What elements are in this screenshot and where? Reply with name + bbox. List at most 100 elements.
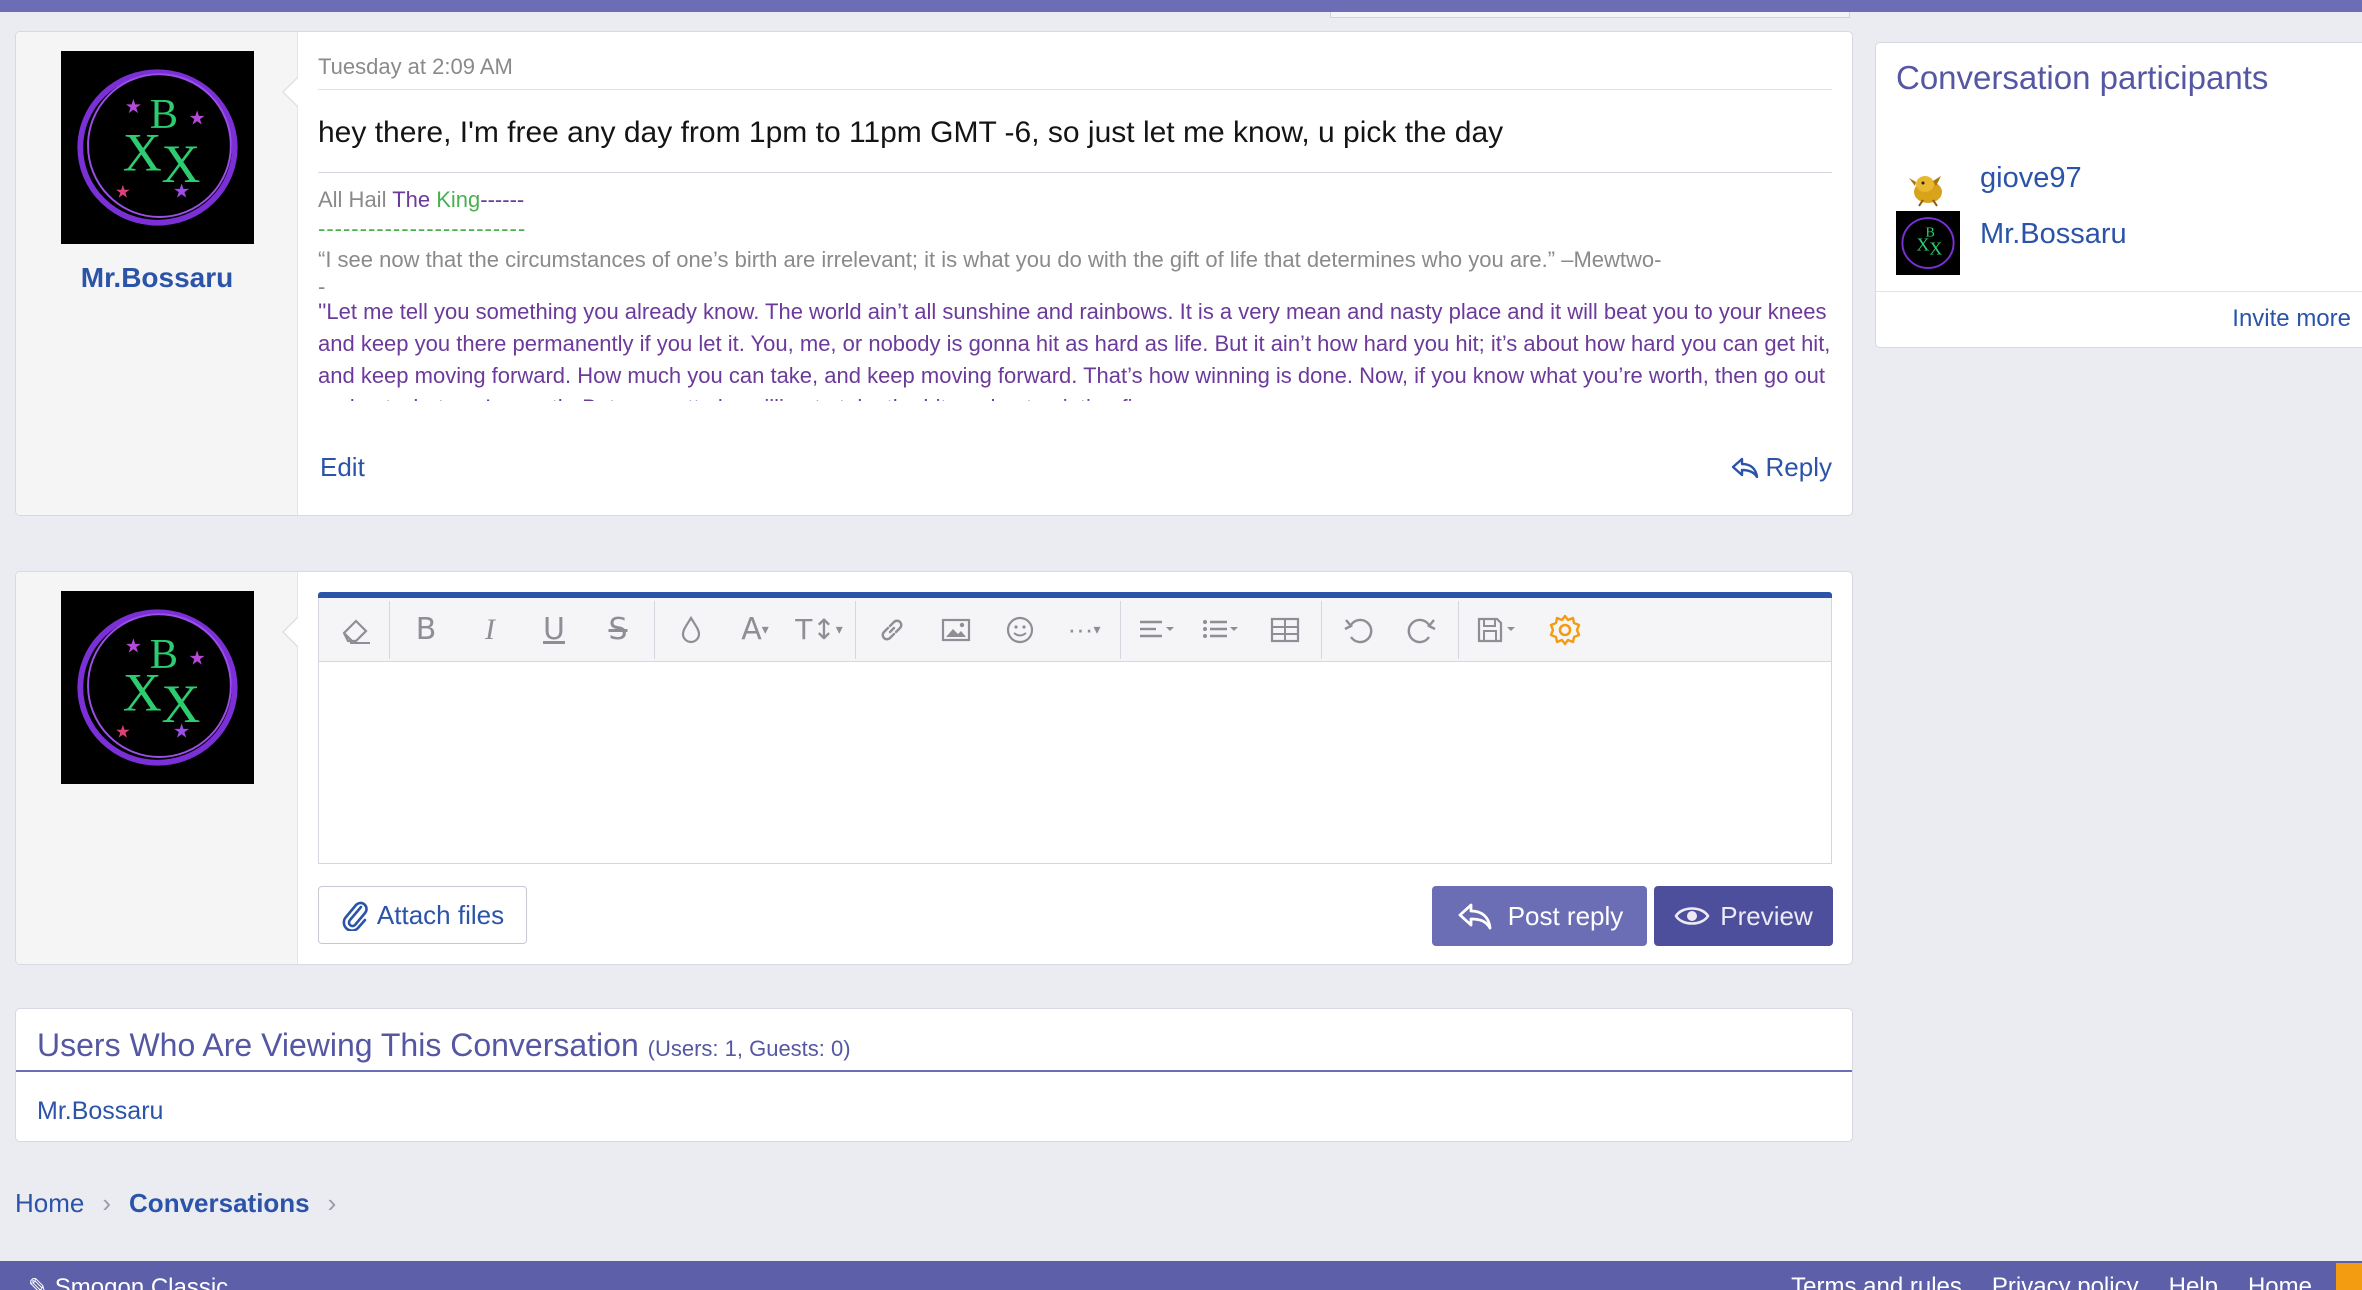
more-icon[interactable]: ··· ▾ [1052,606,1116,654]
message-user-panel: X X B ★ ★ ★ ★ Mr.Bossaru [16,32,298,515]
participant-avatar-image [1909,176,1942,207]
participant-name[interactable]: giove97 [1980,162,2082,195]
undo-icon[interactable] [1326,606,1390,654]
preview-button[interactable]: Preview [1654,886,1833,946]
svg-text:★: ★ [115,722,131,742]
participant-item[interactable]: giove97 [1896,155,2082,219]
reply-link[interactable]: Reply [1730,452,1832,483]
emoji-icon[interactable] [988,606,1052,654]
footer-link-home[interactable]: Home [2248,1273,2312,1290]
post-reply-label: Post reply [1507,900,1624,931]
chevron-right-icon: › [102,1188,112,1218]
avatar[interactable]: X X B [1896,211,1960,275]
font-size-icon[interactable]: T↕ ▾ [787,606,851,654]
reply-icon [1731,457,1758,478]
list-icon[interactable] [1189,606,1253,654]
svg-text:★: ★ [173,182,190,203]
paint-brush-icon: ✎ [28,1274,49,1290]
svg-text:X: X [1929,239,1942,259]
rich-text-editor: B I U S A ▾ T↕ ▾ ··· ▾ [318,592,1832,864]
footer: ✎ Smogon Classic Terms and rules Privacy… [0,1261,2362,1290]
settings-gear-icon[interactable] [1533,606,1597,654]
svg-text:★: ★ [115,182,131,202]
attach-files-label: Attach files [376,899,505,930]
footer-link-help[interactable]: Help [2169,1273,2218,1290]
footer-link-privacy[interactable]: Privacy policy [1992,1273,2139,1290]
signature-divider [318,172,1832,173]
quick-reply: X X B ★ ★ ★ ★ B I U S A ▾ T↕ ▾ ··· ▾ Att… [15,571,1853,965]
divider [1876,291,2362,292]
attach-files-button[interactable]: Attach files [318,886,527,944]
breadcrumb: Home › Conversations › [15,1188,336,1219]
save-draft-icon[interactable] [1463,606,1533,654]
italic-icon[interactable]: I [458,606,522,654]
viewing-user-link[interactable]: Mr.Bossaru [37,1097,163,1126]
message-editor-input[interactable] [318,662,1832,864]
participant-name[interactable]: Mr.Bossaru [1980,218,2127,251]
font-family-icon[interactable]: A ▾ [723,606,787,654]
users-viewing-title: Users Who Are Viewing This Conversation … [37,1027,851,1064]
avatar[interactable] [1896,155,1960,219]
redo-icon[interactable] [1390,606,1454,654]
toolbar-separator [389,600,390,659]
paperclip-icon [342,901,368,931]
avatar-image: X X B ★ ★ ★ ★ [61,591,254,784]
divider [16,1070,1852,1072]
signature-line-2: ------------------------- [318,216,527,241]
signature-quote-2: ''Let me tell you something you already … [318,299,1831,401]
message-text: hey there, I'm free any day from 1pm to … [318,116,1504,149]
edit-link[interactable]: Edit [320,452,365,483]
breadcrumb-home[interactable]: Home [15,1188,84,1219]
users-viewing-block: Users Who Are Viewing This Conversation … [15,1008,1853,1142]
strikethrough-icon[interactable]: S [586,606,650,654]
svg-text:B: B [150,631,178,678]
signature-text: All Hail [318,187,393,212]
users-viewing-counts: (Users: 1, Guests: 0) [647,1036,851,1061]
conversation-message: X X B ★ ★ ★ ★ Mr.Bossaru Tuesday at 2:09… [15,31,1853,516]
eraser-icon[interactable] [325,606,385,654]
footer-links: Terms and rules Privacy policy Help Home [1791,1273,2312,1290]
link-icon[interactable] [860,606,924,654]
toolbar-separator [654,600,655,659]
signature-text: The [392,187,437,212]
message-body: Tuesday at 2:09 AM hey there, I'm free a… [298,32,1852,515]
signature-quote-1-tail: - [318,274,326,299]
breadcrumb-conversations[interactable]: Conversations [129,1188,310,1219]
message-username[interactable]: Mr.Bossaru [16,262,298,294]
rss-icon[interactable] [2336,1263,2362,1290]
message-arrow [282,76,298,108]
post-reply-button[interactable]: Post reply [1432,886,1647,946]
style-chooser-label: Smogon Classic [54,1274,229,1290]
table-icon[interactable] [1253,606,1317,654]
avatar[interactable]: X X B ★ ★ ★ ★ [61,591,254,784]
style-chooser[interactable]: ✎ Smogon Classic [28,1273,228,1290]
color-drop-icon[interactable] [659,606,723,654]
bold-icon[interactable]: B [394,606,458,654]
message-arrow [282,616,298,648]
participant-avatar-image: X X B [1896,211,1960,275]
post-date[interactable]: Tuesday at 2:09 AM [318,54,513,80]
toolbar-separator [855,600,856,659]
invite-more-link[interactable]: Invite more [2232,305,2351,333]
signature-quote-1: “I see now that the circumstances of one… [318,247,1662,272]
signature-text: ------ [480,187,525,212]
quick-reply-body: B I U S A ▾ T↕ ▾ ··· ▾ Attach files Post… [298,572,1852,964]
align-icon[interactable] [1125,606,1189,654]
avatar[interactable]: X X B ★ ★ ★ ★ [61,51,254,244]
participants-sidebar: Conversation participants giove97 X X B [1875,42,2362,348]
signature-text: King [436,187,481,212]
svg-text:★: ★ [188,108,205,129]
signature-line-1: All Hail The King------ [318,184,1832,216]
participant-item[interactable]: X X B Mr.Bossaru [1896,211,2127,275]
avatar-image: X X B ★ ★ ★ ★ [61,51,254,244]
underline-icon[interactable]: U [522,606,586,654]
toolbar-separator [1458,600,1459,659]
svg-text:★: ★ [125,637,142,658]
divider [318,89,1832,90]
svg-text:★: ★ [188,648,205,669]
signature: All Hail The King------ ----------------… [318,184,1832,452]
svg-text:B: B [1925,225,1934,241]
footer-link-terms[interactable]: Terms and rules [1791,1273,1962,1290]
image-icon[interactable] [924,606,988,654]
chevron-right-icon: › [327,1188,337,1218]
